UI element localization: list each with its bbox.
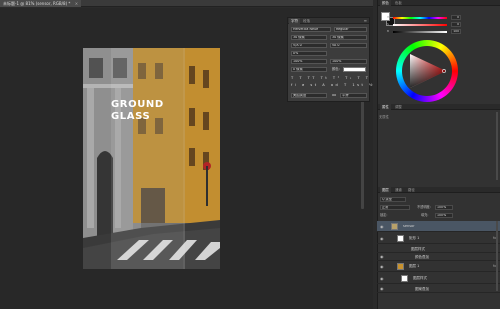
layer-effect-row[interactable]: 图层样式 <box>377 245 500 253</box>
document-tab-strip: 未标题-1 @ 81% (sensor, RGB/8) * × <box>0 0 373 7</box>
layer-mask-thumbnail <box>401 275 408 282</box>
hue-label: H <box>387 15 390 19</box>
hue-value[interactable]: 0 <box>451 15 461 20</box>
opacity-label: 不透明度: <box>417 205 431 209</box>
eye-icon[interactable]: ◉ <box>380 261 384 272</box>
brightness-value[interactable]: 100 <box>451 29 461 34</box>
effect-name: 图层样式 <box>411 247 425 251</box>
layers-scrollbar[interactable] <box>496 221 498 291</box>
layers-panel: Q 类型 正常 不透明度: 100% 锁定: 填充: 100% ◉ sensor… <box>377 187 500 309</box>
tab-paragraph[interactable]: 段落 <box>301 18 312 24</box>
folder-icon <box>391 223 398 230</box>
tab-swatches[interactable]: 色板 <box>393 0 404 6</box>
color-triangle[interactable] <box>406 50 448 92</box>
font-size-field[interactable]: 30 像素 <box>291 35 327 40</box>
eye-icon[interactable]: ◉ <box>380 285 384 293</box>
hue-track[interactable] <box>393 17 447 19</box>
artwork-title-line2: GLASS <box>111 111 151 122</box>
saturation-track[interactable] <box>393 24 447 26</box>
layer-filter-select[interactable]: Q 类型 <box>380 197 406 202</box>
opentype-buttons[interactable]: fi σ st A ad T 1st ½ <box>291 83 375 88</box>
font-family-select[interactable]: Helvetica Neue <box>291 27 331 32</box>
layer-row-image[interactable]: ◉ 图层 1 fx <box>377 261 500 272</box>
blend-mode-select[interactable]: 正常 <box>380 205 410 210</box>
properties-empty-label: 无属性 <box>379 115 389 119</box>
layer-effect-row[interactable]: ◉ 颜色叠加 <box>377 253 500 261</box>
eye-icon[interactable]: ◉ <box>380 233 384 244</box>
effect-name: 颜色叠加 <box>415 255 429 259</box>
color-wheel[interactable] <box>396 40 458 102</box>
brightness-track[interactable] <box>393 31 447 33</box>
lock-label: 锁定: <box>380 213 388 217</box>
panel-menu-icon[interactable]: ≡ <box>364 18 367 24</box>
street-photo <box>83 48 220 269</box>
effect-name: 图层样式 <box>413 276 427 280</box>
language-select[interactable]: 美国英语 <box>291 93 327 98</box>
eye-icon[interactable]: ◉ <box>380 273 384 284</box>
effect-name: 图案叠加 <box>415 287 429 291</box>
layer-effect-row[interactable]: ◉ 图层样式 <box>377 273 500 284</box>
eye-icon[interactable]: ◉ <box>380 253 384 261</box>
tab-properties[interactable]: 属性 <box>380 104 391 110</box>
fill-label: 填充: <box>421 213 429 217</box>
properties-scrollbar[interactable] <box>496 112 498 180</box>
layer-thumbnail <box>397 235 404 242</box>
brightness-label: B <box>387 29 390 33</box>
tab-character[interactable]: 字符 <box>289 18 300 24</box>
saturation-value[interactable]: 0 <box>451 22 461 27</box>
fill-field[interactable]: 100% <box>435 213 453 218</box>
layer-thumbnail <box>397 263 404 270</box>
close-icon[interactable]: × <box>75 1 78 6</box>
eye-icon[interactable]: ◉ <box>380 221 384 232</box>
baseline-shift-field[interactable]: 0 像素 <box>291 67 327 72</box>
color-label: 颜色: <box>332 67 340 71</box>
antialias-select[interactable]: 平滑 <box>340 93 367 98</box>
character-panel-tabs: 字符 段落 ≡ <box>288 18 369 24</box>
color-panel-tabs: 颜色 色板 <box>378 0 500 6</box>
layer-row-sensor[interactable]: ◉ sensor <box>377 221 500 232</box>
leading-field[interactable]: 30 像素 <box>330 35 367 40</box>
properties-panel-tabs: 属性 调整 <box>378 104 500 110</box>
saturation-label: S <box>387 22 389 26</box>
font-style-select[interactable]: Regular <box>334 27 367 32</box>
kerning-field[interactable]: V/A 0 <box>291 43 327 48</box>
antialias-label: aa <box>332 93 337 97</box>
tracking-field[interactable]: VA 0 <box>330 43 367 48</box>
layer-row-rect[interactable]: ◉ 矩形 1 fx <box>377 233 500 244</box>
artwork-title-line1: GROUND <box>111 99 164 110</box>
document-tab[interactable]: 未标题-1 @ 81% (sensor, RGB/8) * × <box>0 0 82 7</box>
tracking-percent-field[interactable]: 0% <box>291 51 327 56</box>
text-color-swatch[interactable] <box>343 67 366 72</box>
tab-adjustments[interactable]: 调整 <box>393 104 404 110</box>
properties-body: 无属性 <box>379 114 389 119</box>
layer-name: 图层 1 <box>409 264 420 268</box>
vertical-scale-field[interactable]: 100% <box>291 59 327 64</box>
document-tab-title: 未标题-1 @ 81% (sensor, RGB/8) * <box>3 1 71 6</box>
tab-color[interactable]: 颜色 <box>380 0 391 6</box>
faux-style-buttons[interactable]: T T TT Tt T¹ T₁ T T <box>291 76 370 81</box>
opacity-field[interactable]: 100% <box>435 205 453 210</box>
layer-effect-row[interactable]: ◉ 图案叠加 <box>377 285 500 293</box>
layer-name: sensor <box>403 224 415 228</box>
layer-name: 矩形 1 <box>409 236 420 240</box>
artwork-canvas[interactable]: GROUND GLASS <box>83 48 220 269</box>
character-panel: 字符 段落 ≡ Helvetica Neue Regular 30 像素 30 … <box>287 17 373 102</box>
horizontal-scale-field[interactable]: 100% <box>330 59 367 64</box>
